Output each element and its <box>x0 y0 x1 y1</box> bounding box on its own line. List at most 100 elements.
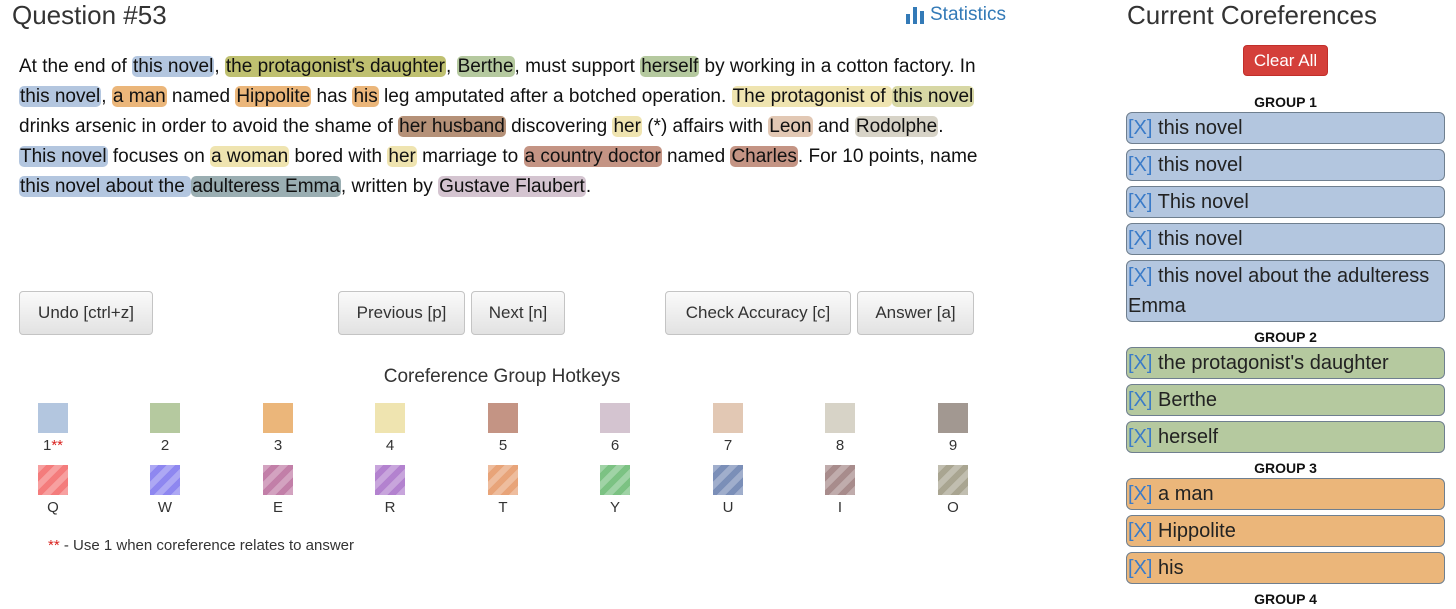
hotkey-swatch[interactable] <box>375 465 405 495</box>
hotkey-swatch[interactable] <box>150 465 180 495</box>
hotkey-swatch[interactable] <box>38 403 68 433</box>
remove-mention-button[interactable]: [X] <box>1128 154 1152 176</box>
question-text-segment: . <box>938 116 944 137</box>
coreference-mention-text: his <box>1158 557 1184 579</box>
remove-mention-button[interactable]: [X] <box>1128 352 1152 374</box>
hotkey-swatch[interactable] <box>938 403 968 433</box>
hotkey-label: 6 <box>595 437 635 454</box>
coreference-mention-text: this novel <box>1158 228 1243 250</box>
hotkey-key: 6 <box>610 437 620 454</box>
hotkey-swatch[interactable] <box>488 403 518 433</box>
remove-mention-button[interactable]: [X] <box>1128 191 1152 213</box>
question-text-segment: bored with <box>289 146 388 167</box>
answer-button[interactable]: Answer [a] <box>857 291 974 335</box>
remove-mention-button[interactable]: [X] <box>1128 426 1152 448</box>
mention-highlight[interactable]: Charles <box>730 146 798 167</box>
question-text: At the end of this novel, the protagonis… <box>19 52 979 202</box>
coreference-mention-text: a man <box>1158 483 1214 505</box>
note-mark: ** <box>48 537 60 554</box>
coreference-mention-text: this novel about the adulteress Emma <box>1128 265 1430 317</box>
hotkey-swatch[interactable] <box>150 403 180 433</box>
question-text-segment: , <box>214 56 225 77</box>
mention-highlight[interactable]: adulteress Emma <box>191 176 341 197</box>
remove-mention-button[interactable]: [X] <box>1128 117 1152 139</box>
previous-button[interactable]: Previous [p] <box>338 291 465 335</box>
coreference-item: [X] this novel <box>1126 112 1445 144</box>
question-text-segment: , written by <box>340 176 439 197</box>
mention-highlight[interactable]: this novel <box>132 56 215 77</box>
mention-highlight[interactable]: a man <box>111 86 167 107</box>
hotkey-swatch[interactable] <box>263 465 293 495</box>
hotkey-key: 5 <box>498 437 508 454</box>
hotkey-label: T <box>483 499 523 516</box>
hotkey-swatch[interactable] <box>713 465 743 495</box>
mention-highlight[interactable]: Hippolite <box>235 86 312 107</box>
hotkey-key: Y <box>609 499 620 516</box>
question-text-segment: , <box>446 56 457 77</box>
hotkey-swatch[interactable] <box>488 465 518 495</box>
hotkey-swatch[interactable] <box>825 465 855 495</box>
mention-highlight[interactable]: Berthe <box>456 56 515 77</box>
coreference-list: GROUP 1 [X] this novel [X] this novel [X] T… <box>1126 90 1445 609</box>
hotkey-key: E <box>272 499 283 516</box>
mention-highlight[interactable]: a woman <box>210 146 290 167</box>
hotkey-key: 3 <box>273 437 283 454</box>
hotkey-swatch[interactable] <box>938 465 968 495</box>
clear-all-button[interactable]: Clear All <box>1243 45 1328 76</box>
question-text-segment: has <box>311 86 353 107</box>
mention-highlight[interactable]: Gustave Flaubert <box>438 176 586 197</box>
mention-highlight[interactable]: this novel <box>892 86 975 107</box>
hotkey-label: E <box>258 499 298 516</box>
question-title: Question #53 <box>12 0 167 30</box>
hotkey-swatch[interactable] <box>38 465 68 495</box>
next-button[interactable]: Next [n] <box>471 291 565 335</box>
coreference-item: [X] this novel about the adulteress Emma <box>1126 260 1445 322</box>
hotkey-swatch[interactable] <box>600 465 630 495</box>
mention-highlight[interactable]: her husband <box>398 116 506 137</box>
question-text-segment: named <box>661 146 731 167</box>
remove-mention-button[interactable]: [X] <box>1128 265 1152 287</box>
group-heading: GROUP 4 <box>1254 591 1317 607</box>
remove-mention-button[interactable]: [X] <box>1128 520 1152 542</box>
mention-highlight[interactable]: The protagonist of <box>731 86 892 107</box>
coreference-item: [X] the protagonist's daughter <box>1126 347 1445 379</box>
question-text-segment: . For 10 points, name <box>797 146 978 167</box>
question-text-segment: , must support <box>514 56 641 77</box>
mention-highlight[interactable]: her <box>612 116 642 137</box>
hotkey-label: W <box>145 499 185 516</box>
coreference-mention-text: this novel <box>1158 117 1243 139</box>
mention-highlight[interactable]: a country doctor <box>523 146 662 167</box>
mention-highlight[interactable]: herself <box>640 56 700 77</box>
hotkey-swatch[interactable] <box>713 403 743 433</box>
statistics-link[interactable]: Statistics <box>905 4 1006 26</box>
remove-mention-button[interactable]: [X] <box>1128 228 1152 250</box>
hotkey-key: U <box>722 499 734 516</box>
hotkey-label: 3 <box>258 437 298 454</box>
remove-mention-button[interactable]: [X] <box>1128 483 1152 505</box>
mention-highlight[interactable]: the protagonist's daughter <box>224 56 446 77</box>
coreference-mention-text: Hippolite <box>1158 520 1236 542</box>
mention-highlight[interactable]: his <box>352 86 379 107</box>
mention-highlight[interactable]: This novel <box>19 146 108 167</box>
hotkeys-title: Coreference Group Hotkeys <box>383 366 621 387</box>
question-text-segment: named <box>166 86 236 107</box>
hotkey-swatch[interactable] <box>375 403 405 433</box>
hotkey-swatch[interactable] <box>825 403 855 433</box>
mention-highlight[interactable]: her <box>387 146 417 167</box>
coreference-mention-text: Berthe <box>1158 389 1217 411</box>
hotkey-label: Q <box>33 499 73 516</box>
hotkey-key: Q <box>47 499 59 516</box>
mention-highlight[interactable]: Leon <box>768 116 813 137</box>
remove-mention-button[interactable]: [X] <box>1128 557 1152 579</box>
hotkey-label: 9 <box>933 437 973 454</box>
mention-highlight[interactable]: this novel <box>19 86 102 107</box>
mention-highlight[interactable]: Rodolphe <box>854 116 939 137</box>
remove-mention-button[interactable]: [X] <box>1128 389 1152 411</box>
coreference-item: [X] this novel <box>1126 149 1445 181</box>
hotkey-swatch[interactable] <box>600 403 630 433</box>
undo-button[interactable]: Undo [ctrl+z] <box>19 291 153 335</box>
mention-highlight[interactable]: this novel about the <box>19 176 192 197</box>
hotkey-swatch[interactable] <box>263 403 293 433</box>
check-accuracy-button[interactable]: Check Accuracy [c] <box>665 291 851 335</box>
hotkey-label: 1** <box>33 437 73 454</box>
